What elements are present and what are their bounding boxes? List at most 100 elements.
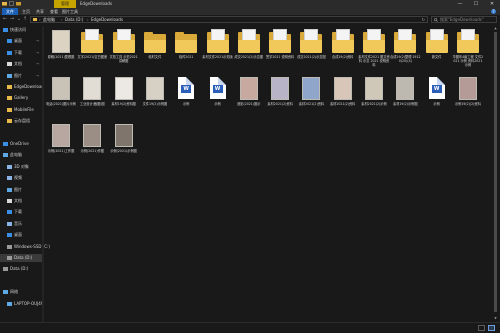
file-item[interactable]: 临时2021 bbox=[171, 26, 201, 72]
nav-item[interactable]: 快速访问 bbox=[0, 26, 42, 34]
nav-item-label: MobileFile bbox=[14, 106, 34, 112]
file-item[interactable]: 合成19(2)资料 bbox=[328, 26, 358, 72]
file-name: 示例 bbox=[433, 102, 440, 106]
file-item[interactable]: W 示例 bbox=[171, 73, 201, 119]
folder-icon[interactable] bbox=[2, 1, 7, 6]
file-item[interactable]: 素材2021(2)资料 bbox=[296, 73, 326, 119]
maximize-button[interactable]: ☐ bbox=[468, 0, 484, 8]
nav-item[interactable]: 桌面 ⊸ bbox=[0, 37, 42, 45]
file-item[interactable]: 文字(2021)空白图册 bbox=[77, 26, 107, 72]
nav-item[interactable]: 文档 ⊸ bbox=[0, 60, 42, 68]
breadcrumb-separator: › bbox=[39, 17, 41, 22]
file-item[interactable]: 工业设计(截图)图 bbox=[77, 73, 107, 119]
nav-item[interactable]: 视频 bbox=[0, 174, 42, 182]
file-item[interactable]: 素材19(2)示例图 bbox=[390, 73, 420, 119]
nav-item[interactable]: 图片 bbox=[0, 186, 42, 194]
file-item[interactable]: 示例19(2)(2)资料 bbox=[453, 73, 483, 119]
file-item[interactable]: 素材文件2021示范版 bbox=[202, 26, 233, 72]
nav-item[interactable]: Data (D:) bbox=[0, 265, 42, 273]
drive-icon bbox=[3, 267, 8, 272]
file-item[interactable]: 电话(2021)图片示例 bbox=[46, 73, 76, 119]
folder-icon bbox=[7, 119, 12, 124]
file-item[interactable]: 素材2021(2)资料 bbox=[265, 73, 295, 119]
refresh-button[interactable]: ↻ bbox=[422, 17, 425, 22]
tab-home[interactable]: 主页 bbox=[20, 8, 32, 15]
file-item[interactable]: 造影(2021)图示 bbox=[234, 73, 264, 119]
up-button[interactable]: ↑ bbox=[22, 16, 28, 23]
search-box[interactable]: 搜索"EdgeDownloads" bbox=[431, 16, 497, 23]
new-folder-icon[interactable] bbox=[16, 1, 21, 6]
file-item[interactable]: 文件19(2)示例图 bbox=[140, 73, 170, 119]
folder-icon bbox=[80, 28, 104, 54]
file-item[interactable]: 示例(2021)作图 bbox=[77, 120, 107, 166]
tab-picture-tools[interactable]: 图片工具 bbox=[60, 8, 80, 15]
nav-item[interactable]: 音乐 bbox=[0, 220, 42, 228]
file-name: 签字2021 说明资料 bbox=[265, 55, 295, 59]
file-item[interactable]: 签字2021 说明资料 bbox=[265, 26, 295, 72]
folder-icon bbox=[7, 96, 12, 101]
download-icon bbox=[7, 50, 12, 55]
nav-item[interactable]: 云存盘组 bbox=[0, 117, 42, 125]
properties-icon[interactable] bbox=[9, 1, 14, 6]
file-item[interactable]: 素材19(2)资料图 bbox=[109, 73, 139, 119]
nav-item[interactable]: LAPTOP-OUJ49 bbox=[0, 300, 43, 308]
nav-item[interactable]: 文档 bbox=[0, 197, 42, 205]
nav-item[interactable]: EdgeDownload bbox=[0, 83, 44, 91]
file-item[interactable]: 临时文件 bbox=[140, 26, 170, 72]
breadcrumb-data-drive[interactable]: Data (D:) bbox=[65, 17, 83, 22]
nav-item[interactable]: 下载 ⊸ bbox=[0, 49, 42, 57]
scroll-up-icon[interactable]: ▲ bbox=[493, 26, 498, 31]
file-item[interactable]: 合成19(2)整理 19120(20)(4) bbox=[390, 26, 421, 72]
file-item[interactable]: 素材2021(2)资料 bbox=[328, 73, 358, 119]
nav-item-label: 此电脑 bbox=[10, 152, 22, 158]
close-button[interactable]: ✕ bbox=[484, 0, 500, 8]
nav-item[interactable]: 3D 对象 bbox=[0, 163, 42, 171]
file-item[interactable]: 原稿(2021)整理图 bbox=[46, 26, 76, 72]
nav-item[interactable]: 图片 ⊸ bbox=[0, 72, 42, 80]
file-item[interactable]: 素材2021(2)示例 bbox=[359, 73, 389, 119]
nav-item[interactable]: 桌面 bbox=[0, 231, 42, 239]
nav-item[interactable]: Gallery bbox=[0, 94, 42, 102]
back-button[interactable]: ← bbox=[2, 16, 8, 23]
scroll-thumb[interactable] bbox=[494, 32, 497, 312]
address-bar[interactable]: › 此电脑 › Data (D:) › EdgeDownloads ↻ bbox=[30, 16, 428, 23]
folder-icon bbox=[33, 18, 37, 21]
tab-file[interactable]: 文件 bbox=[2, 8, 18, 15]
content-scrollbar[interactable]: ▲ ▼ bbox=[493, 26, 498, 322]
breadcrumb-this-pc[interactable]: 此电脑 bbox=[43, 17, 55, 22]
scroll-down-icon[interactable]: ▼ bbox=[493, 316, 498, 321]
file-item[interactable]: 示例(2021)示例图 bbox=[109, 120, 139, 166]
file-item[interactable]: 新文件 bbox=[422, 26, 452, 72]
nav-item[interactable]: 此电脑 bbox=[0, 151, 42, 159]
file-item[interactable]: 文档工具 示范2021 讲解图 bbox=[109, 26, 139, 72]
file-item[interactable]: W 示例 bbox=[203, 73, 233, 119]
details-view-icon[interactable] bbox=[478, 325, 485, 331]
nav-item[interactable]: Data (D:) bbox=[0, 254, 42, 262]
nav-item-label: 桌面 bbox=[14, 38, 22, 44]
breadcrumb-edgedownloads[interactable]: EdgeDownloads bbox=[91, 17, 123, 22]
large-icons-view-icon[interactable] bbox=[488, 325, 495, 331]
breadcrumb-separator: › bbox=[61, 17, 63, 22]
file-item[interactable]: 成交2021(2)示意图 bbox=[234, 26, 264, 72]
forward-button[interactable]: → bbox=[9, 16, 15, 23]
help-icon[interactable]: ? bbox=[491, 9, 496, 14]
tab-share[interactable]: 共享 bbox=[34, 8, 46, 15]
file-item[interactable]: 成交2021(2)示意图 bbox=[296, 26, 326, 72]
image-thumbnail bbox=[362, 75, 386, 101]
context-tab-manage[interactable]: 管理 bbox=[54, 0, 76, 8]
nav-item[interactable]: Windows-SSD (C:) bbox=[0, 243, 50, 251]
nav-item[interactable]: MobileFile bbox=[0, 106, 42, 114]
navigation-pane-scrollbar[interactable] bbox=[42, 26, 44, 322]
nav-item[interactable]: 网络 bbox=[0, 288, 42, 296]
nav-item[interactable]: 下载 bbox=[0, 208, 42, 216]
music-icon bbox=[7, 221, 12, 226]
nav-item[interactable]: OneDrive bbox=[0, 140, 42, 148]
file-item[interactable]: W 示例 bbox=[422, 73, 452, 119]
image-thumbnail bbox=[49, 28, 73, 54]
file-item[interactable]: 示例(2021)工作图 bbox=[46, 120, 76, 166]
file-name: 示例(2021)工作图 bbox=[47, 149, 75, 153]
file-item[interactable]: 素材文件2021 图文资料 示意 2021 说明资料 bbox=[358, 26, 390, 72]
minimize-button[interactable]: — bbox=[452, 0, 468, 8]
file-item[interactable]: 华图年4级工程 文件2021 示例 资料2021 示例 bbox=[453, 26, 483, 72]
tab-view[interactable]: 查看 bbox=[48, 8, 60, 15]
